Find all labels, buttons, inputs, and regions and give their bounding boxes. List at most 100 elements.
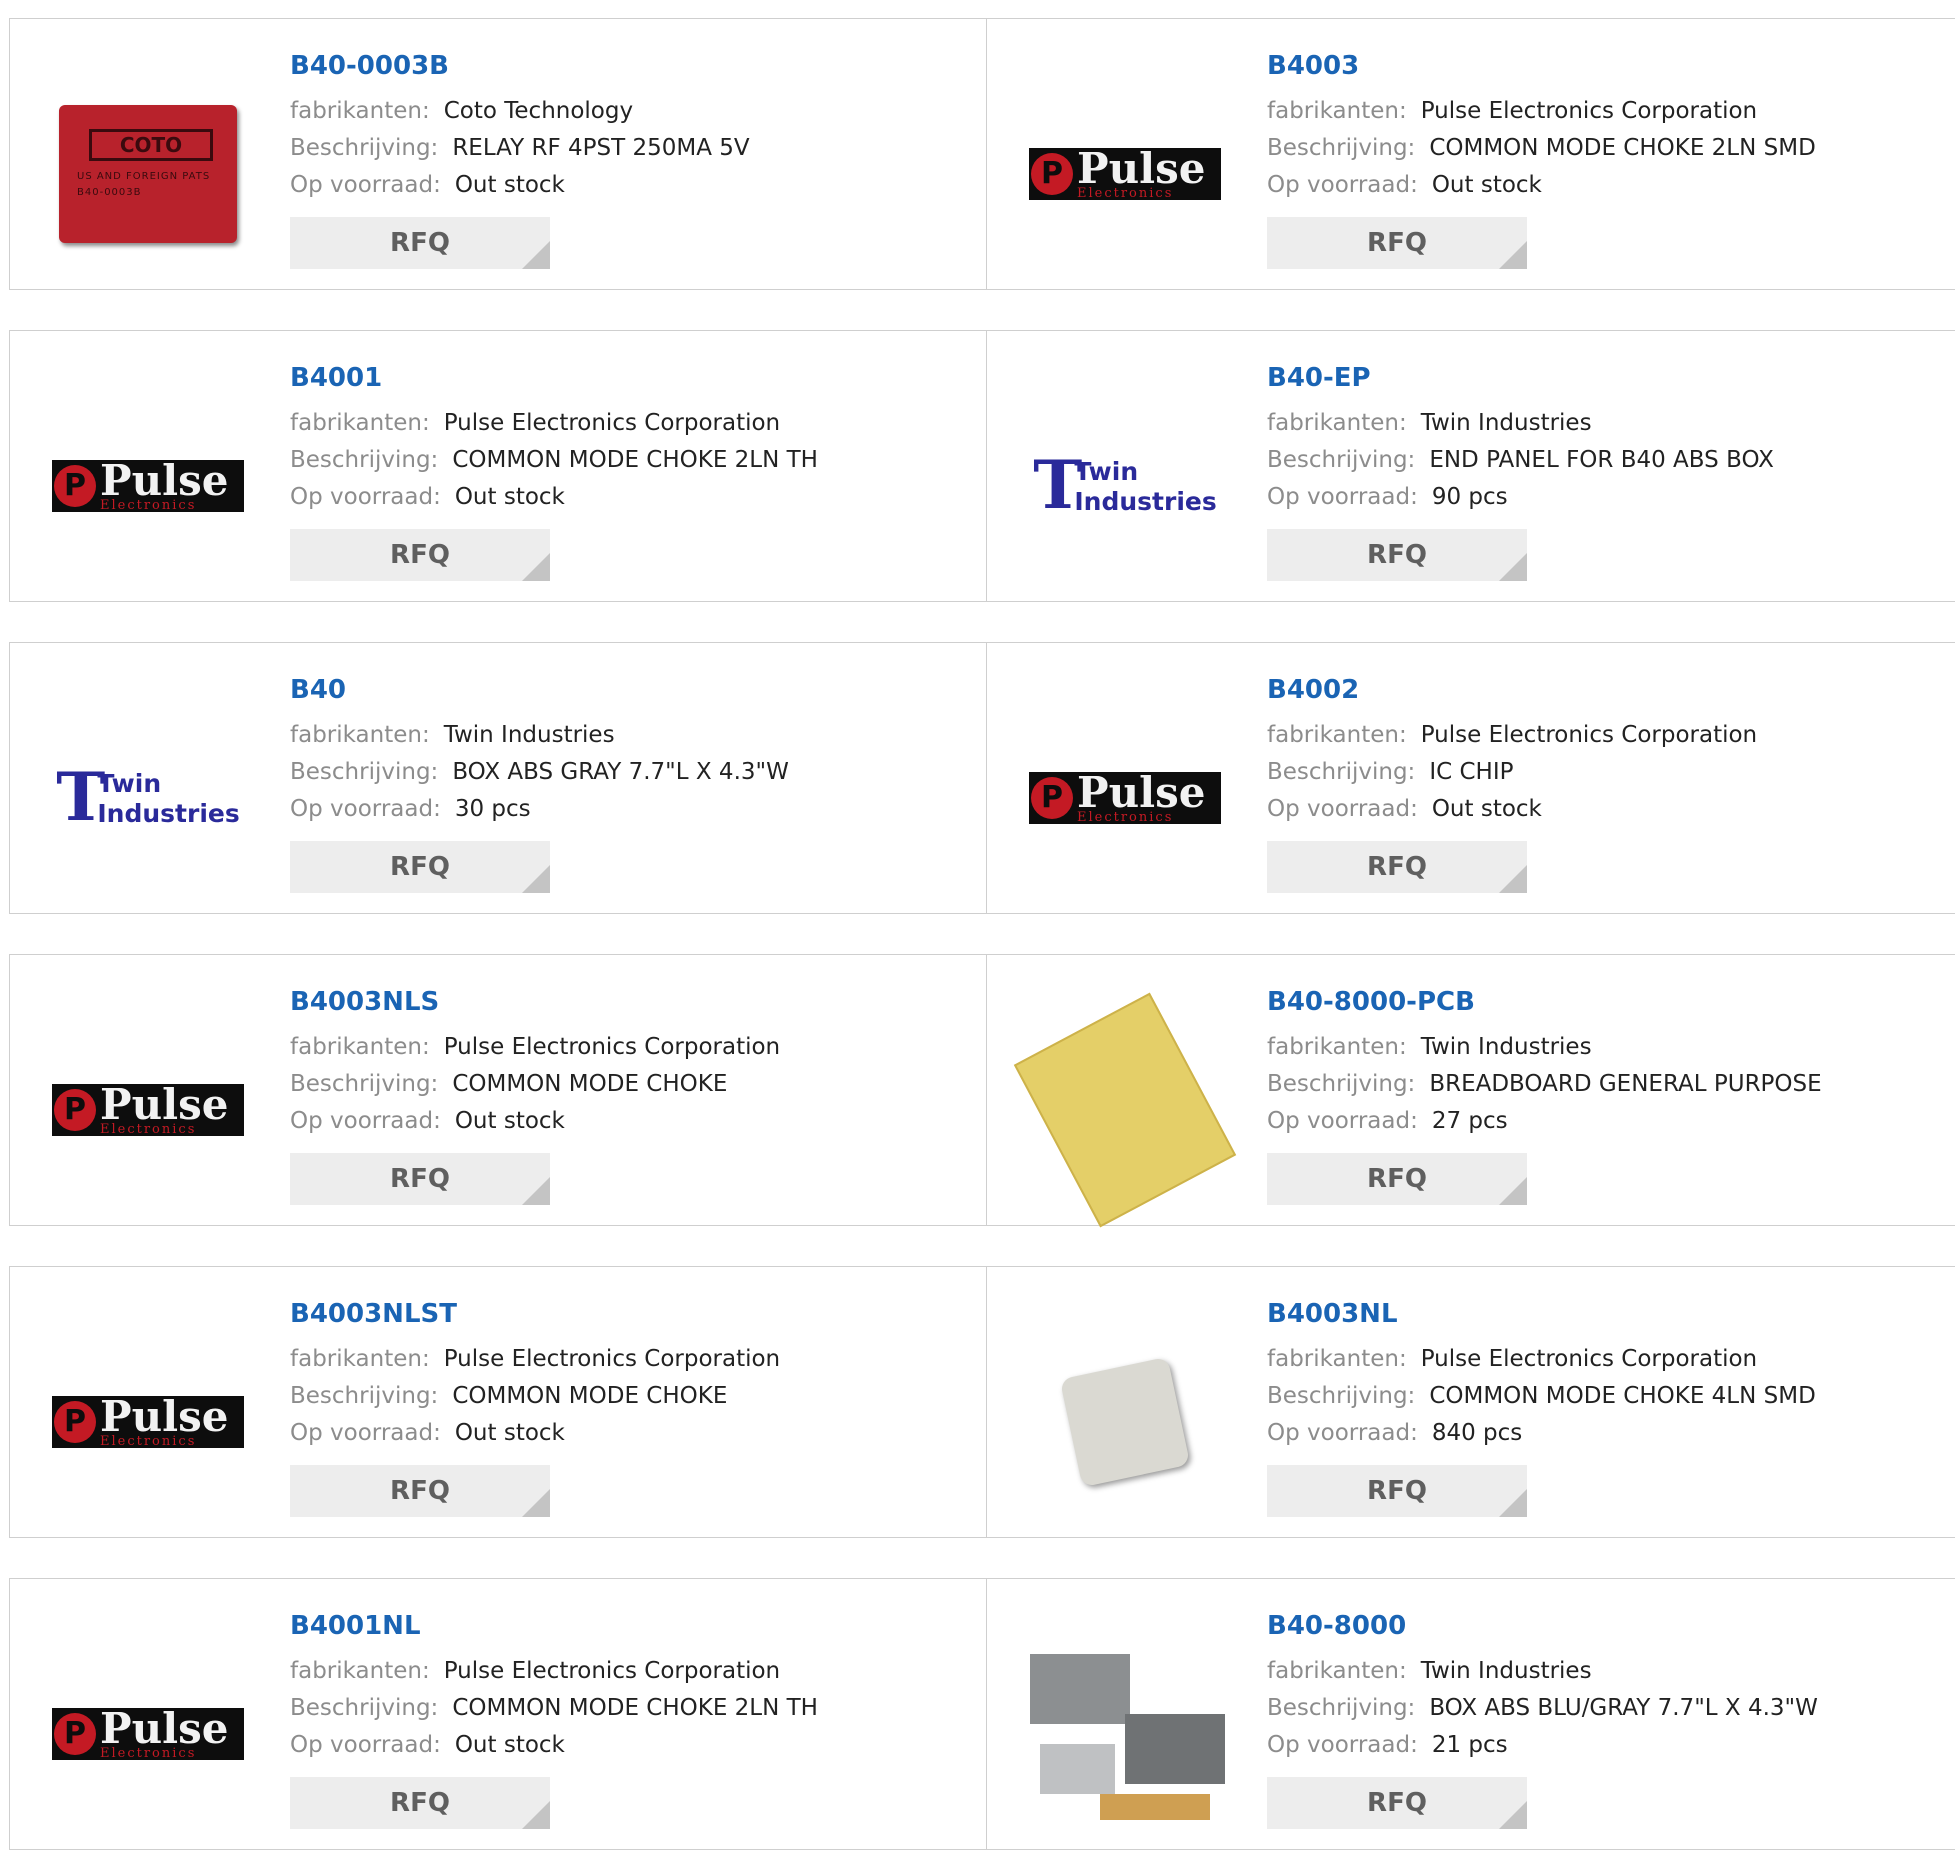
product-thumbnail[interactable]: P Pulse Electronics [48, 1322, 248, 1522]
pulse-logo-word: Pulse [100, 456, 229, 505]
product-thumbnail[interactable]: P Pulse Electronics [1025, 74, 1225, 274]
rfq-button[interactable]: RFQ [1267, 1153, 1527, 1205]
description-line: Beschrijving: RELAY RF 4PST 250MA 5V [290, 130, 750, 167]
rfq-corner-icon [1499, 865, 1527, 893]
product-thumbnail[interactable]: P Pulse Electronics [48, 1010, 248, 1210]
part-number-link[interactable]: B4003 [1267, 49, 1816, 83]
part-number-link[interactable]: B4001 [290, 361, 818, 395]
product-card: P Pulse Electronics B4003NLS fabrikanten… [9, 955, 987, 1225]
breadboard-photo [1013, 992, 1237, 1228]
part-number-link[interactable]: B4001NL [290, 1609, 818, 1643]
rfq-label: RFQ [1367, 1788, 1427, 1818]
stock-value: 90 pcs [1431, 484, 1508, 510]
part-number-link[interactable]: B4003NLS [290, 985, 780, 1019]
description-line: Beschrijving: COMMON MODE CHOKE 2LN TH [290, 1690, 818, 1727]
rfq-button[interactable]: RFQ [290, 217, 550, 269]
rfq-corner-icon [522, 1801, 550, 1829]
part-number-link[interactable]: B4002 [1267, 673, 1757, 707]
product-thumbnail[interactable] [1025, 1322, 1225, 1522]
product-thumbnail[interactable] [1025, 1634, 1225, 1834]
rfq-label: RFQ [390, 1788, 450, 1818]
product-card: B4003NL fabrikanten: Pulse Electronics Co… [987, 1267, 1955, 1537]
description-label: Beschrijving: [290, 1383, 439, 1409]
description-value: COMMON MODE CHOKE 2LN SMD [1429, 135, 1816, 161]
manufacturer-label: fabrikanten: [1267, 1658, 1407, 1684]
enclosure-photo [1030, 1644, 1225, 1824]
rfq-button[interactable]: RFQ [290, 529, 550, 581]
rfq-button[interactable]: RFQ [1267, 841, 1527, 893]
product-info: B40-8000-PCB fabrikanten: Twin Industries… [1267, 985, 1822, 1205]
description-label: Beschrijving: [1267, 759, 1416, 785]
manufacturer-label: fabrikanten: [1267, 1346, 1407, 1372]
part-number-link[interactable]: B40-8000 [1267, 1609, 1818, 1643]
part-number-link[interactable]: B4003NL [1267, 1297, 1816, 1331]
rfq-corner-icon [1499, 1489, 1527, 1517]
manufacturer-label: fabrikanten: [1267, 98, 1407, 124]
product-info: B4002 fabrikanten: Pulse Electronics Corp… [1267, 673, 1757, 893]
part-number-link[interactable]: B40-0003B [290, 49, 750, 83]
product-thumbnail[interactable]: P Pulse Electronics [48, 1634, 248, 1834]
description-line: Beschrijving: IC CHIP [1267, 754, 1757, 791]
description-value: BOX ABS BLU/GRAY 7.7"L X 4.3"W [1429, 1695, 1818, 1721]
rfq-button[interactable]: RFQ [290, 1777, 550, 1829]
part-number-link[interactable]: B40-8000-PCB [1267, 985, 1822, 1019]
product-thumbnail[interactable]: P Pulse Electronics [48, 386, 248, 586]
product-thumbnail[interactable]: P Pulse Electronics [1025, 698, 1225, 898]
description-label: Beschrijving: [290, 1695, 439, 1721]
description-label: Beschrijving: [290, 135, 439, 161]
manufacturer-label: fabrikanten: [1267, 722, 1407, 748]
rfq-corner-icon [522, 1177, 550, 1205]
product-card: T Twin Industries B40 fabrikanten: Twin I… [9, 643, 987, 913]
product-thumbnail[interactable]: T Twin Industries [1025, 386, 1225, 586]
product-card: COTO US AND FOREIGN PATS B40-0003B B40-0… [9, 19, 987, 289]
stock-label: Op voorraad: [1267, 484, 1418, 510]
pulse-logo-word: Pulse [100, 1080, 229, 1129]
part-number-link[interactable]: B4003NLST [290, 1297, 780, 1331]
pulse-electronics-logo: P Pulse Electronics [52, 1084, 244, 1136]
stock-label: Op voorraad: [290, 1108, 441, 1134]
product-card: P Pulse Electronics B4001NL fabrikanten:… [9, 1579, 987, 1849]
stock-line: Op voorraad: 90 pcs [1267, 479, 1774, 516]
rfq-button[interactable]: RFQ [1267, 529, 1527, 581]
rfq-button[interactable]: RFQ [290, 1153, 550, 1205]
product-info: B4003 fabrikanten: Pulse Electronics Corp… [1267, 49, 1816, 269]
product-card: P Pulse Electronics B4003 fabrikanten: Pu… [987, 19, 1955, 289]
product-info: B4003NLST fabrikanten: Pulse Electronics … [290, 1297, 780, 1517]
rfq-button[interactable]: RFQ [290, 841, 550, 893]
manufacturer-label: fabrikanten: [290, 1346, 430, 1372]
pulse-logo-word: Pulse [1077, 768, 1206, 817]
manufacturer-value: Twin Industries [1420, 1658, 1592, 1684]
stock-label: Op voorraad: [290, 796, 441, 822]
coto-print-1: US AND FOREIGN PATS [77, 171, 211, 182]
stock-value: Out stock [454, 484, 565, 510]
pulse-logo-sub: Electronics [100, 1746, 197, 1761]
rfq-button[interactable]: RFQ [1267, 1777, 1527, 1829]
product-thumbnail[interactable] [1013, 992, 1237, 1228]
part-number-link[interactable]: B40 [290, 673, 789, 707]
description-line: Beschrijving: COMMON MODE CHOKE 2LN SMD [1267, 130, 1816, 167]
description-value: COMMON MODE CHOKE [452, 1383, 728, 1409]
manufacturer-line: fabrikanten: Twin Industries [1267, 1029, 1822, 1066]
manufacturer-line: fabrikanten: Pulse Electronics Corporatio… [290, 1653, 818, 1690]
description-value: BREADBOARD GENERAL PURPOSE [1429, 1071, 1822, 1097]
product-card: P Pulse Electronics B4001 fabrikanten: Pu… [9, 331, 987, 601]
rfq-button[interactable]: RFQ [290, 1465, 550, 1517]
product-thumbnail[interactable]: COTO US AND FOREIGN PATS B40-0003B [48, 74, 248, 274]
description-value: COMMON MODE CHOKE 2LN TH [452, 447, 818, 473]
stock-label: Op voorraad: [1267, 1420, 1418, 1446]
product-row: P Pulse Electronics B4003NLS fabrikanten… [9, 954, 1955, 1228]
stock-label: Op voorraad: [1267, 1732, 1418, 1758]
rfq-label: RFQ [390, 852, 450, 882]
part-number-link[interactable]: B40-EP [1267, 361, 1774, 395]
rfq-button[interactable]: RFQ [1267, 217, 1527, 269]
manufacturer-line: fabrikanten: Pulse Electronics Corporatio… [290, 1341, 780, 1378]
stock-value: Out stock [454, 172, 565, 198]
stock-label: Op voorraad: [290, 1732, 441, 1758]
description-label: Beschrijving: [1267, 1071, 1416, 1097]
rfq-corner-icon [522, 553, 550, 581]
rfq-label: RFQ [390, 1476, 450, 1506]
description-line: Beschrijving: COMMON MODE CHOKE 4LN SMD [1267, 1378, 1816, 1415]
product-thumbnail[interactable]: T Twin Industries [48, 698, 248, 898]
rfq-button[interactable]: RFQ [1267, 1465, 1527, 1517]
rfq-corner-icon [522, 241, 550, 269]
